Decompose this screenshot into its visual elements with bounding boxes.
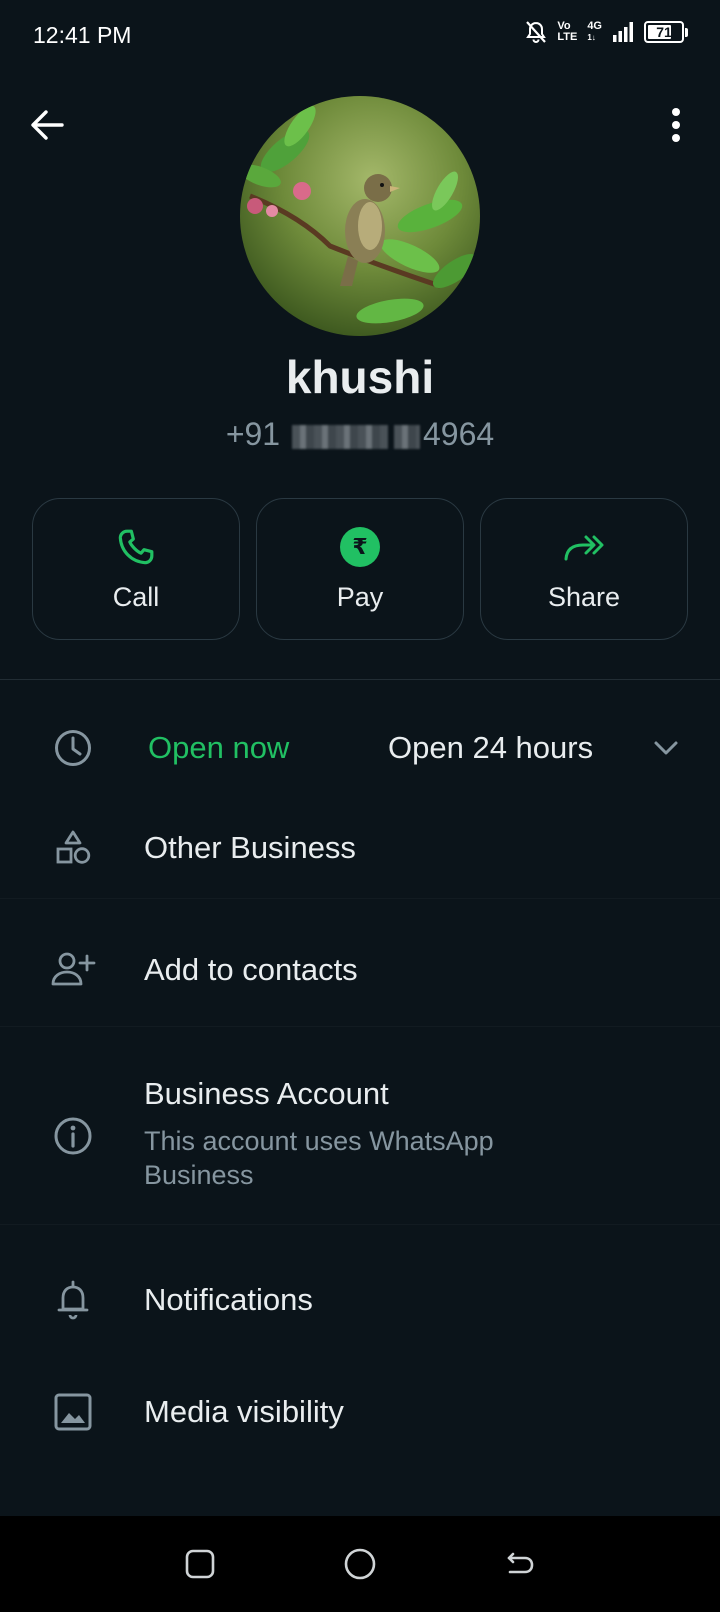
media-visibility-label: Media visibility [144, 1394, 344, 1429]
info-icon [50, 1113, 96, 1159]
circle-icon [344, 1548, 376, 1580]
redacted-digits [291, 424, 388, 449]
system-navigation-bar [0, 1516, 720, 1612]
chevron-down-icon[interactable] [650, 732, 682, 764]
action-buttons: Call ₹ Pay Share [32, 498, 688, 640]
back-arrow-icon [507, 1552, 534, 1574]
business-hours-row[interactable]: Open now Open 24 hours [0, 708, 720, 788]
contact-name: khushi [285, 351, 435, 403]
row-divider [0, 1026, 720, 1027]
rupee-symbol: ₹ [340, 526, 380, 567]
hours-value: Open 24 hours [388, 730, 594, 765]
rupee-icon: ₹ [339, 526, 381, 568]
more-vert-icon [672, 108, 680, 142]
battery-level: 71 [656, 24, 672, 40]
business-category: Other Business [144, 830, 356, 865]
share-label: Share [547, 581, 621, 612]
share-button[interactable]: Share [480, 498, 688, 640]
signal-icon [612, 21, 634, 43]
status-time: 12:41 PM [33, 22, 132, 48]
volte-indicator: Vo LTE [557, 21, 577, 43]
bell-icon [50, 1277, 96, 1323]
call-button[interactable]: Call [32, 498, 240, 640]
add-to-contacts-row[interactable]: Add to contacts [0, 930, 720, 1010]
redacted-digits [393, 424, 420, 449]
business-category-row: Other Business [0, 808, 720, 888]
add-person-icon [50, 947, 96, 993]
clock-icon [50, 725, 96, 771]
contact-info-screen: 12:41 PM Vo LTE 4G 1↓ 71 khushi +91 4964… [0, 0, 720, 1612]
network-type: 4G 1↓ [587, 21, 602, 43]
arrow-back-icon [31, 110, 64, 140]
home-button[interactable] [336, 1540, 384, 1588]
business-account-title: Business Account [144, 1076, 389, 1111]
bird-photo-image [240, 96, 480, 336]
open-status: Open now [148, 730, 290, 765]
row-divider [0, 1224, 720, 1225]
section-divider [0, 679, 720, 680]
square-icon [185, 1549, 215, 1579]
pay-button[interactable]: ₹ Pay [256, 498, 464, 640]
network-type-label: 4G [587, 20, 602, 32]
volte-bottom: LTE [557, 31, 578, 43]
recent-apps-button[interactable] [176, 1540, 224, 1588]
add-to-contacts-label: Add to contacts [144, 952, 358, 987]
network-activity: 1↓ [587, 33, 596, 42]
call-label: Call [112, 581, 160, 612]
back-button[interactable] [26, 104, 68, 146]
pay-label: Pay [336, 581, 384, 612]
system-back-button[interactable] [496, 1540, 544, 1588]
media-visibility-row[interactable]: Media visibility [0, 1372, 720, 1452]
category-shapes-icon [50, 825, 96, 871]
phone-icon [115, 526, 157, 568]
share-forward-icon [563, 526, 605, 568]
notifications-off-icon [525, 20, 547, 44]
image-icon [50, 1389, 96, 1435]
notifications-row[interactable]: Notifications [0, 1260, 720, 1340]
battery-icon: 71 [644, 21, 688, 43]
business-account-subtitle: This account uses WhatsApp Business [144, 1126, 494, 1190]
profile-photo[interactable] [240, 96, 480, 336]
contact-phone: +91 4964 [0, 416, 720, 453]
status-bar: 12:41 PM Vo LTE 4G 1↓ 71 [0, 0, 720, 72]
status-icons: Vo LTE 4G 1↓ 71 [525, 20, 688, 44]
business-account-row[interactable]: Business Account This account uses Whats… [0, 1070, 720, 1200]
row-divider [0, 898, 720, 899]
notifications-label: Notifications [144, 1282, 313, 1317]
more-options-button[interactable] [658, 104, 694, 146]
phone-prefix: +91 [225, 416, 281, 452]
phone-suffix: 4964 [422, 416, 495, 452]
